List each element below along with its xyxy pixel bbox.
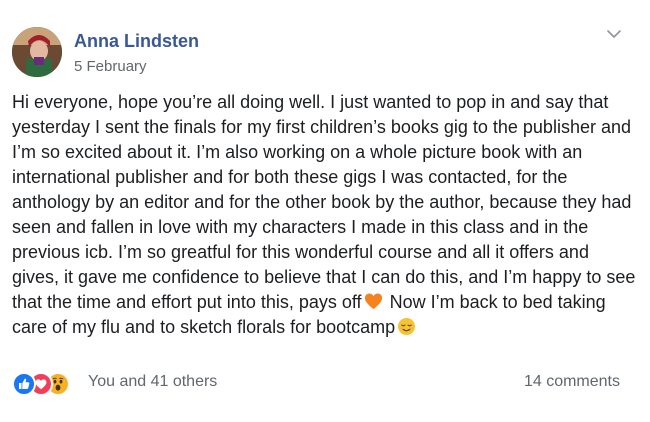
chevron-down-icon[interactable] (604, 25, 624, 43)
post-text-part-1: Hi everyone, hope you’re all doing well.… (12, 92, 641, 312)
author-name-link[interactable]: Anna Lindsten (74, 31, 199, 52)
post-body-text: Hi everyone, hope you’re all doing well.… (12, 90, 638, 340)
orange-heart-emoji (364, 292, 383, 311)
author-avatar[interactable] (12, 27, 62, 77)
post-date-link[interactable]: 5 February (74, 58, 147, 75)
comments-count-link[interactable]: 14 comments (524, 373, 620, 391)
avatar-photo (12, 27, 62, 77)
facebook-post: Anna Lindsten 5 February Hi everyone, ho… (0, 0, 650, 422)
reactions-count-text[interactable]: You and 41 others (88, 373, 217, 391)
like-icon (12, 372, 36, 396)
reactions-summary[interactable] (12, 371, 84, 396)
post-footer: You and 41 others 14 comments (12, 371, 638, 396)
relieved-face-emoji (397, 317, 416, 336)
